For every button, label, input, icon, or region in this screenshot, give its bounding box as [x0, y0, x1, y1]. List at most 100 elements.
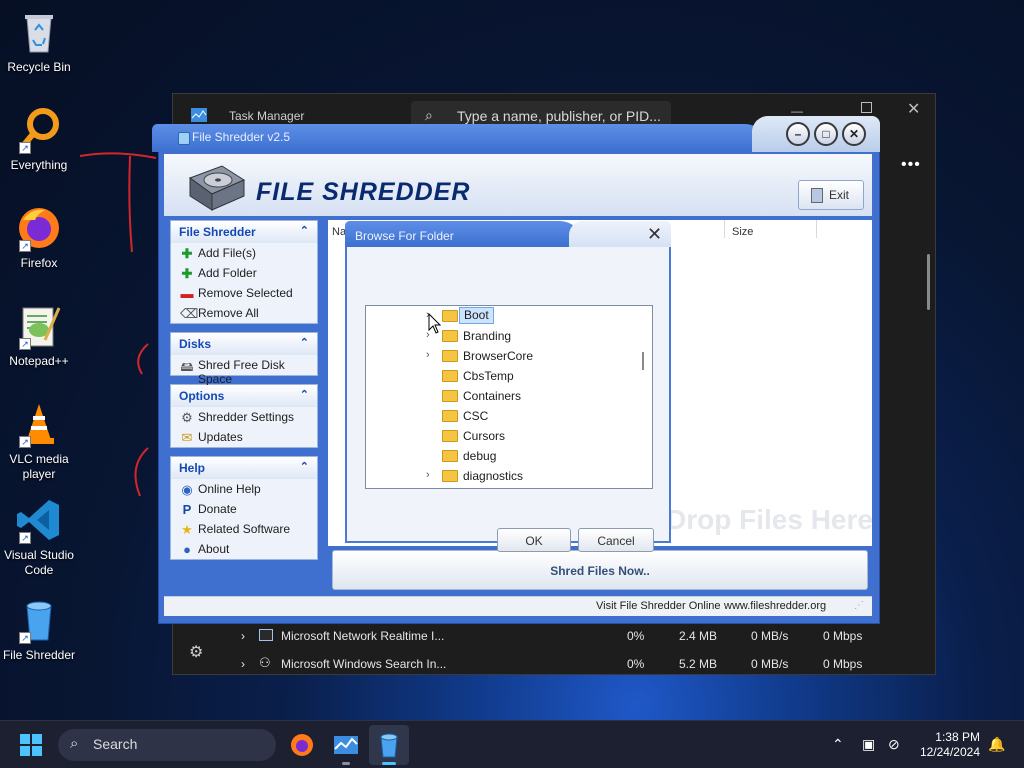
- clipboard-icon[interactable]: ▣: [862, 736, 875, 753]
- taskbar-file-shredder[interactable]: [369, 725, 409, 765]
- desktop-icon-file-shredder[interactable]: ↗ File Shredder: [0, 596, 78, 663]
- folder-tree[interactable]: › Boot › Branding › BrowserCore CbsTemp Con…: [365, 305, 653, 489]
- panel-header[interactable]: File Shredder ⌃: [171, 221, 317, 243]
- cancel-button[interactable]: Cancel: [578, 528, 654, 552]
- add-files-button[interactable]: ✚ Add File(s): [171, 243, 317, 263]
- tree-item-browsercore[interactable]: › BrowserCore: [366, 346, 652, 366]
- column-header-name[interactable]: Na: [332, 226, 346, 238]
- plus-icon: ✚: [181, 266, 193, 281]
- desktop-icon-label: File Shredder: [2, 648, 76, 662]
- website-url-link[interactable]: www.fileshredder.org: [724, 600, 826, 612]
- process-name: Microsoft Network Realtime I...: [281, 629, 445, 643]
- menu-label: Online Help: [198, 482, 261, 496]
- close-button[interactable]: ✕: [842, 122, 866, 146]
- chevron-right-icon[interactable]: ›: [426, 349, 430, 361]
- folder-icon: [442, 410, 458, 422]
- maximize-button[interactable]: □: [814, 122, 838, 146]
- shred-files-now-button[interactable]: Shred Files Now..: [332, 550, 868, 590]
- chevron-up-icon[interactable]: ⌃: [832, 736, 844, 753]
- panel-file-shredder: File Shredder ⌃ ✚ Add File(s) ✚ Add Folder …: [170, 220, 318, 324]
- taskbar-search[interactable]: ⌕ Search: [58, 729, 276, 761]
- collapse-chevron-icon[interactable]: ⌃: [300, 336, 309, 349]
- vlc-cone-icon: ↗: [15, 400, 63, 448]
- desktop-icon-label: Recycle Bin: [7, 60, 71, 74]
- shred-free-space-button[interactable]: 🖴 Shred Free Disk Space: [171, 355, 317, 386]
- info-icon: ●: [183, 542, 191, 557]
- exit-button[interactable]: Exit: [798, 180, 864, 210]
- collapse-chevron-icon[interactable]: ⌃: [300, 224, 309, 237]
- maximize-icon[interactable]: [861, 102, 872, 113]
- desktop-icon-vscode[interactable]: ↗ Visual Studio Code: [0, 496, 78, 578]
- browse-for-folder-dialog[interactable]: Browse For Folder ✕ › Boot › Branding › Bro…: [345, 221, 671, 552]
- process-row[interactable]: › ⚇ Microsoft Windows Search In... 0% 5.…: [173, 650, 935, 678]
- tree-item-branding[interactable]: › Branding: [366, 326, 652, 346]
- system-clock[interactable]: 1:38 PM 12/24/2024: [916, 730, 980, 760]
- plus-icon: ✚: [181, 246, 193, 261]
- more-options-icon[interactable]: •••: [901, 156, 921, 174]
- start-button[interactable]: [20, 734, 42, 756]
- chevron-right-icon[interactable]: ›: [426, 469, 430, 481]
- shortcut-arrow-icon: ↗: [19, 436, 31, 448]
- scrollbar-thumb[interactable]: [927, 254, 930, 310]
- tree-item-boot[interactable]: › Boot: [366, 306, 652, 326]
- tree-item-cbstemp[interactable]: CbsTemp: [366, 366, 652, 386]
- updates-icon: ✉: [181, 430, 193, 445]
- add-folder-button[interactable]: ✚ Add Folder: [171, 263, 317, 283]
- shortcut-arrow-icon: ↗: [19, 532, 31, 544]
- desktop-icon-everything[interactable]: ↗ Everything: [0, 106, 78, 173]
- folder-name: Boot: [459, 307, 494, 324]
- online-help-link[interactable]: ◉ Online Help: [171, 479, 317, 499]
- panel-header[interactable]: Options ⌃: [171, 385, 317, 407]
- hard-disk-logo-icon: [188, 165, 246, 211]
- chevron-right-icon[interactable]: ›: [241, 629, 245, 643]
- tree-item-cursors[interactable]: Cursors: [366, 426, 652, 446]
- collapse-chevron-icon[interactable]: ⌃: [300, 460, 309, 473]
- process-row[interactable]: › Microsoft Network Realtime I... 0% 2.4…: [173, 622, 935, 650]
- active-indicator: [382, 762, 396, 765]
- process-list: › Microsoft Network Realtime I... 0% 2.4…: [173, 622, 935, 678]
- remove-all-button[interactable]: ⌫ Remove All: [171, 303, 317, 323]
- minimize-button[interactable]: –: [786, 122, 810, 146]
- close-icon[interactable]: ✕: [907, 99, 920, 119]
- notification-bell-icon[interactable]: 🔔: [988, 736, 1005, 753]
- ok-button[interactable]: OK: [497, 528, 571, 552]
- taskbar: ⌕ Search ⌃ ▣ ⊘ 1:38 PM 12/24/2024 🔔: [0, 720, 1024, 768]
- title-bar[interactable]: File Shredder v2.5 – □ ✕: [152, 116, 880, 152]
- network-sound-icon[interactable]: ⊘: [888, 736, 900, 753]
- donate-link[interactable]: P Donate: [171, 499, 317, 519]
- chevron-right-icon[interactable]: ›: [241, 657, 245, 671]
- desktop-icon-firefox[interactable]: ↗ Firefox: [0, 204, 78, 271]
- minus-icon: ▬: [180, 286, 194, 301]
- shredder-settings-button[interactable]: ⚙ Shredder Settings: [171, 407, 317, 427]
- panel-header[interactable]: Disks ⌃: [171, 333, 317, 355]
- tree-item-csc[interactable]: CSC: [366, 406, 652, 426]
- about-link[interactable]: ● About: [171, 539, 317, 559]
- panel-disks: Disks ⌃ 🖴 Shred Free Disk Space: [170, 332, 318, 386]
- taskbar-firefox[interactable]: [282, 725, 322, 765]
- tree-item-containers[interactable]: Containers: [366, 386, 652, 406]
- disk-icon: 🖴: [180, 359, 194, 374]
- shortcut-arrow-icon: ↗: [19, 338, 31, 350]
- scrollbar-thumb[interactable]: [642, 352, 644, 370]
- updates-button[interactable]: ✉ Updates: [171, 427, 317, 447]
- desktop-icon-vlc[interactable]: ↗ VLC media player: [0, 400, 78, 482]
- folder-icon: [442, 350, 458, 362]
- related-software-link[interactable]: ★ Related Software: [171, 519, 317, 539]
- desktop-icon-notepadpp[interactable]: ↗ Notepad++: [0, 302, 78, 369]
- tree-item-debug[interactable]: debug: [366, 446, 652, 466]
- task-manager-icon: [334, 736, 358, 754]
- panel-header[interactable]: Help ⌃: [171, 457, 317, 479]
- dialog-title-bar[interactable]: Browse For Folder ✕: [345, 221, 671, 247]
- desktop-icon-recycle-bin[interactable]: Recycle Bin: [0, 8, 78, 75]
- collapse-chevron-icon[interactable]: ⌃: [300, 388, 309, 401]
- logo-title: FILE SHREDDER: [256, 178, 471, 206]
- shortcut-arrow-icon: ↗: [19, 632, 31, 644]
- tree-item-diagnostics[interactable]: › diagnostics: [366, 466, 652, 486]
- menu-label: Add File(s): [198, 246, 257, 260]
- remove-selected-button[interactable]: ▬ Remove Selected: [171, 283, 317, 303]
- close-icon[interactable]: ✕: [647, 225, 662, 243]
- resize-grip-icon[interactable]: ⋰: [854, 600, 864, 611]
- taskbar-task-manager[interactable]: [326, 725, 366, 765]
- visit-online-link[interactable]: Visit File Shredder Online: [596, 600, 721, 612]
- column-header-size[interactable]: Size: [732, 226, 753, 238]
